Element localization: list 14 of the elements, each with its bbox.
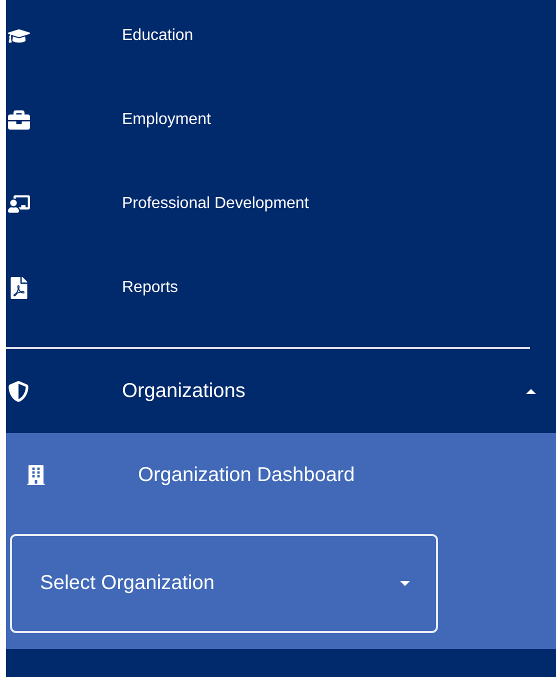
shield-icon (8, 380, 29, 402)
pdf-file-icon (8, 277, 30, 299)
caret-down-icon (400, 581, 410, 586)
submenu-item[interactable]: Organization Dashboard (6, 433, 556, 517)
presentation-icon (8, 193, 30, 215)
nav-item[interactable]: Employment (6, 78, 556, 162)
building-icon (26, 465, 46, 485)
nav-item[interactable]: Education (6, 0, 556, 78)
nav-item[interactable]: Organizations (6, 349, 556, 433)
briefcase-icon (8, 109, 30, 131)
nav-item[interactable]: Professional Development (6, 162, 556, 246)
organization-select[interactable]: Select Organization (10, 534, 438, 633)
nav-item[interactable]: Reports (6, 246, 556, 330)
caret-up-icon (526, 388, 536, 394)
